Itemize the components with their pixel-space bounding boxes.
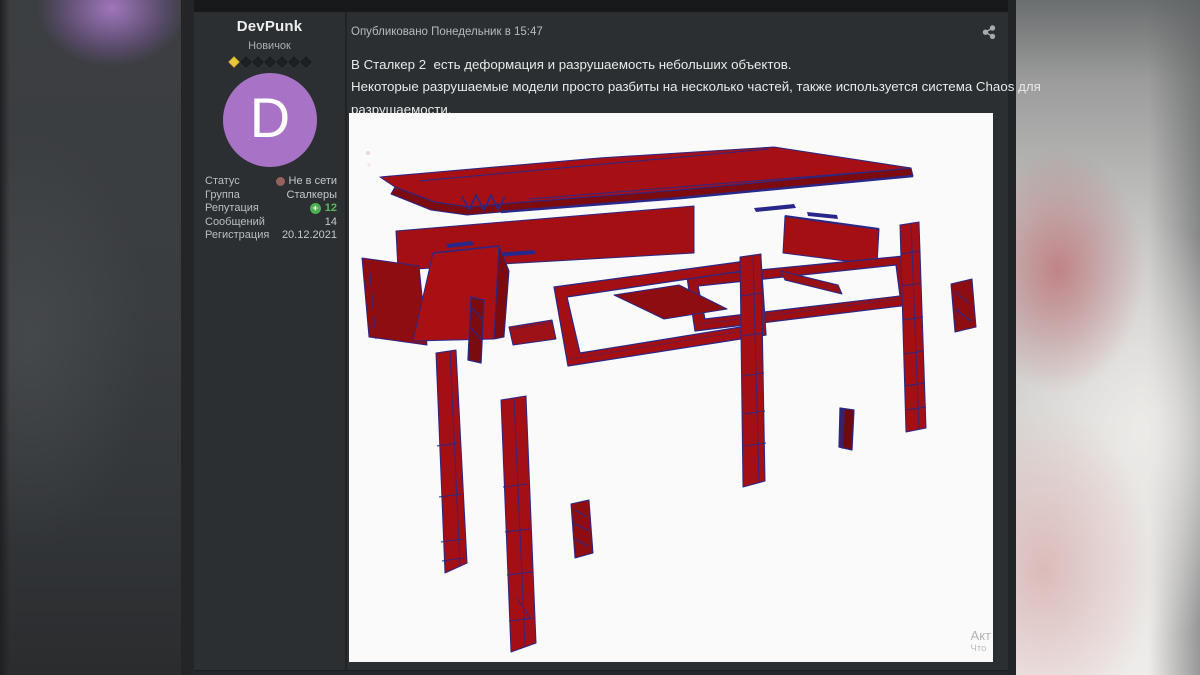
post-text-line: Некоторые разрушаемые модели просто разб… xyxy=(351,79,1041,95)
windows-activation-watermark: Акт Что xyxy=(970,628,991,655)
stat-value: Не в сети xyxy=(288,175,337,187)
stat-row-group: Группа Сталкеры xyxy=(205,189,337,203)
rating-pip xyxy=(251,56,264,68)
user-stats-list: Статус Не в сети Группа Сталкеры Репутац… xyxy=(205,175,337,243)
background-left-edge xyxy=(0,0,10,675)
stat-value: Сталкеры xyxy=(286,188,337,201)
stat-label: Сообщений xyxy=(205,215,265,228)
stat-row-reputation: Репутация + 12 xyxy=(205,202,337,216)
post-published-timestamp: Опубликовано Понедельник в 15:47 xyxy=(351,26,543,38)
exploded-table-3d-render xyxy=(361,146,977,653)
user-info-sidebar: DevPunk Новичок D Статус Не в сети Групп… xyxy=(194,12,345,670)
avatar-letter: D xyxy=(249,86,291,149)
sidebar-divider xyxy=(345,12,347,670)
stat-value: 20.12.2021 xyxy=(281,229,337,242)
rating-pip xyxy=(299,56,312,68)
rating-pip xyxy=(275,56,288,68)
user-rating-pips xyxy=(194,56,345,68)
stat-label: Статус xyxy=(205,175,240,187)
blurred-background-right xyxy=(1016,0,1200,675)
stat-row-registered: Регистрация 20.12.2021 xyxy=(205,229,337,243)
stat-value: 14 xyxy=(324,215,337,228)
reputation-plus-icon: + xyxy=(309,203,321,215)
stat-label: Группа xyxy=(205,188,240,201)
post-body: В Сталкер 2 есть деформация и разрушаемо… xyxy=(351,54,1041,121)
stat-value: 12 xyxy=(324,202,337,215)
avatar[interactable]: D xyxy=(223,73,317,167)
watermark-line: Акт xyxy=(970,628,991,643)
post-text-line: В Сталкер 2 есть деформация и разрушаемо… xyxy=(351,57,792,72)
stat-label: Регистрация xyxy=(205,229,270,242)
rating-pip xyxy=(263,56,276,68)
rating-pip xyxy=(287,56,300,68)
panel-bottom-edge xyxy=(194,671,1008,675)
rating-pip xyxy=(239,56,252,68)
stat-row-messages: Сообщений 14 xyxy=(205,216,337,230)
username-link[interactable]: DevPunk xyxy=(194,18,345,35)
offline-status-dot-icon xyxy=(275,177,285,187)
rating-pip-filled xyxy=(227,56,240,68)
blurred-background-left xyxy=(0,0,181,675)
watermark-line: Что xyxy=(970,643,987,654)
stat-row-status: Статус Не в сети xyxy=(205,175,337,189)
post-attached-image[interactable]: Акт Что xyxy=(349,113,993,662)
stat-label: Репутация xyxy=(205,202,259,215)
share-icon[interactable] xyxy=(982,25,996,40)
user-rank-label: Новичок xyxy=(248,40,291,52)
forum-post-panel: DevPunk Новичок D Статус Не в сети Групп… xyxy=(194,12,1041,675)
background-left-strip xyxy=(181,0,194,675)
screenshot-stage: DevPunk Новичок D Статус Не в сети Групп… xyxy=(0,0,1200,675)
